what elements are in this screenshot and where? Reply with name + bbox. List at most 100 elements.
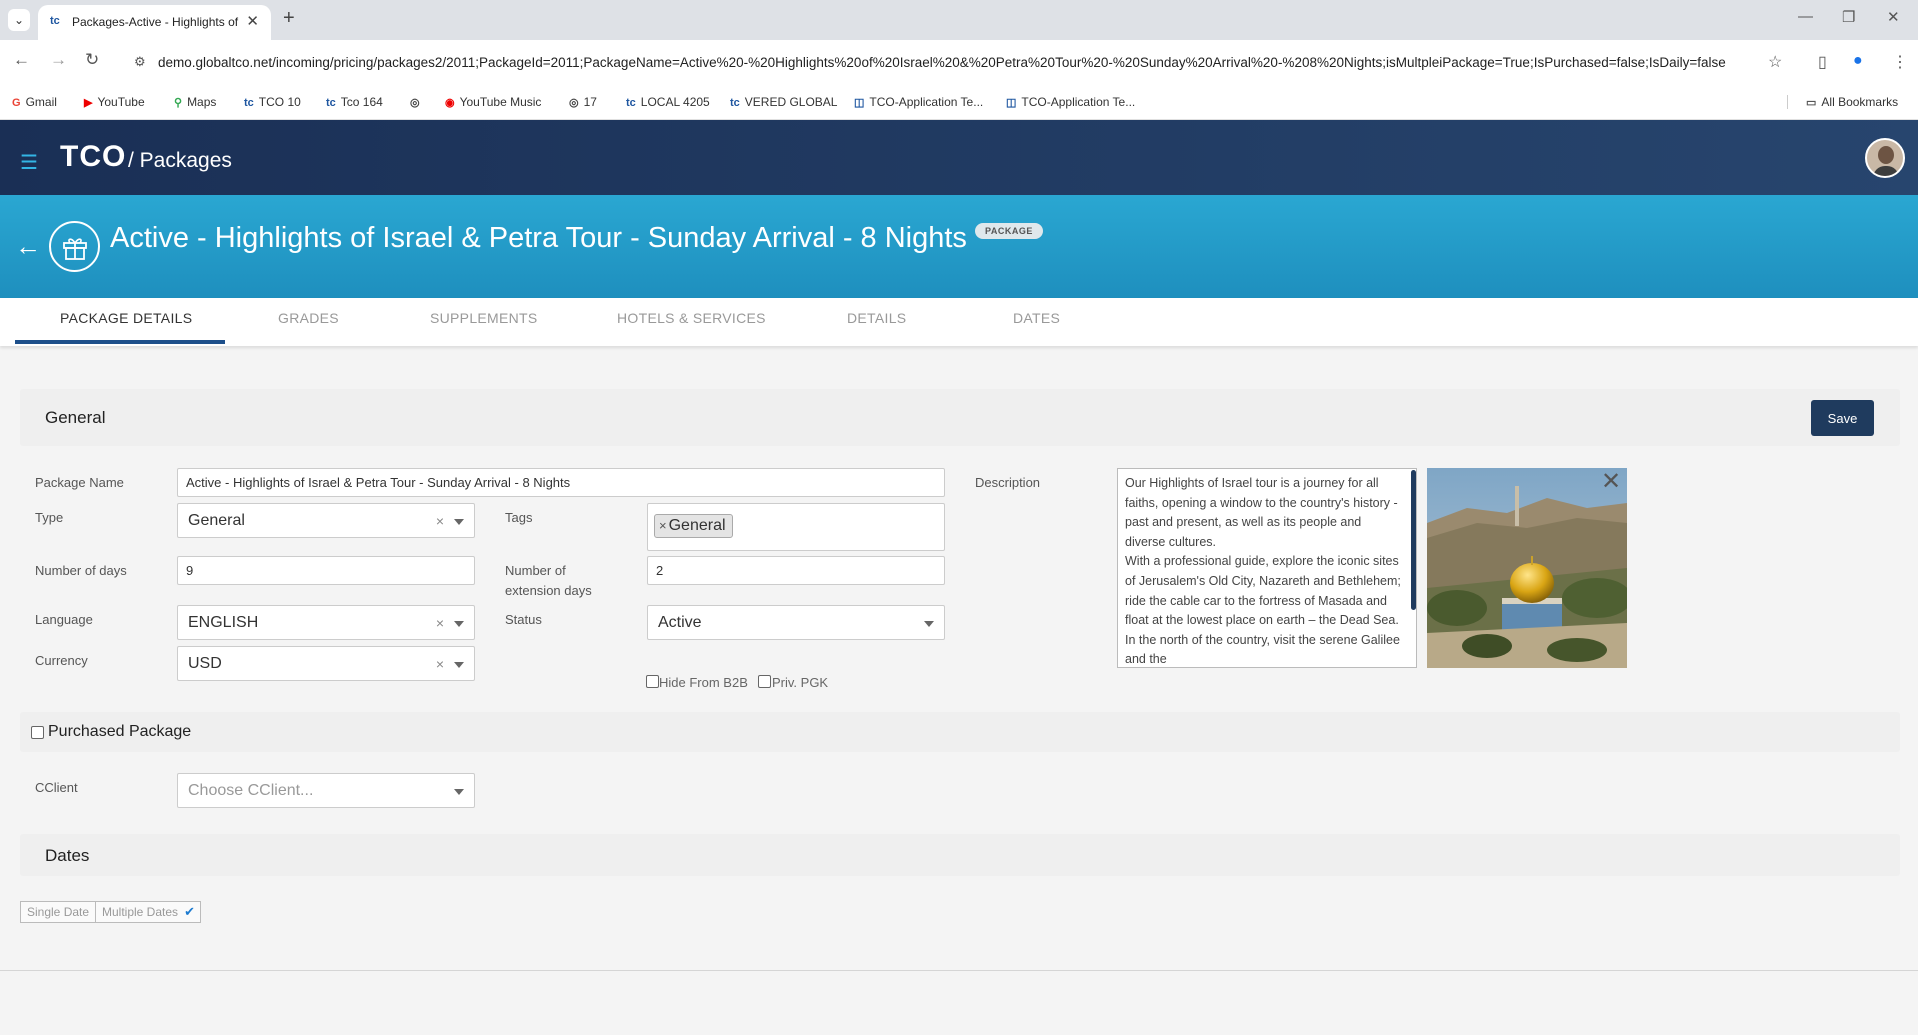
- back-button[interactable]: ←: [13, 50, 30, 70]
- description-textarea[interactable]: Our Highlights of Israel tour is a journ…: [1117, 468, 1417, 668]
- restore-button[interactable]: ❐: [1842, 8, 1855, 26]
- purchased-package-checkbox[interactable]: [31, 726, 44, 739]
- type-select[interactable]: General ×: [177, 503, 475, 538]
- language-select[interactable]: ENGLISH ×: [177, 605, 475, 640]
- minimize-button[interactable]: —: [1798, 8, 1813, 25]
- package-name-label: Package Name: [35, 475, 124, 490]
- tags-label: Tags: [505, 510, 533, 525]
- cclient-select[interactable]: Choose CClient...: [177, 773, 475, 808]
- status-caret-icon: [924, 621, 934, 627]
- browser-tab[interactable]: tc Packages-Active - Highlights of Israe…: [38, 5, 271, 40]
- bookmark-globe-icon[interactable]: ◎: [410, 95, 425, 109]
- side-panel-icon[interactable]: ▯: [1818, 52, 1827, 72]
- tab-title: Packages-Active - Highlights of Israel &…: [72, 15, 242, 29]
- cclient-placeholder: Choose CClient...: [188, 782, 314, 799]
- description-text: Our Highlights of Israel tour is a journ…: [1125, 476, 1401, 667]
- cclient-caret-icon: [454, 789, 464, 795]
- currency-value: USD: [188, 655, 222, 672]
- priv-pgk-checkbox[interactable]: [758, 675, 771, 688]
- tab-close-icon[interactable]: ✕: [246, 12, 259, 30]
- tab-dates[interactable]: DATES: [1013, 310, 1060, 326]
- user-avatar[interactable]: [1865, 138, 1905, 178]
- dates-title: Dates: [45, 846, 90, 865]
- window-close-button[interactable]: ✕: [1887, 8, 1900, 26]
- bookmark-tco10[interactable]: tc TCO 10: [244, 95, 301, 109]
- tab-supplements[interactable]: SUPPLEMENTS: [430, 310, 538, 326]
- tab-details[interactable]: DETAILS: [847, 310, 906, 326]
- package-tabs: PACKAGE DETAILS GRADES SUPPLEMENTS HOTEL…: [0, 298, 1918, 346]
- cclient-label: CClient: [35, 780, 78, 795]
- url-text: demo.globaltco.net/incoming/pricing/pack…: [158, 55, 1726, 70]
- save-button[interactable]: Save: [1811, 400, 1874, 436]
- tags-input[interactable]: × General: [647, 503, 945, 551]
- bookmark-local4205[interactable]: tc LOCAL 4205: [626, 95, 710, 109]
- tab-grades[interactable]: GRADES: [278, 310, 339, 326]
- currency-label: Currency: [35, 653, 88, 668]
- bookmark-youtube-music[interactable]: ◉ YouTube Music: [445, 95, 541, 109]
- bookmark-17[interactable]: ◎ 17: [569, 95, 597, 109]
- active-tab-indicator: [15, 340, 225, 344]
- bookmark-tco-application-2[interactable]: ◫ TCO-Application Te...: [1006, 95, 1135, 109]
- page-title-bar: ← Active - Highlights of Israel & Petra …: [0, 195, 1918, 298]
- package-name-input[interactable]: Active - Highlights of Israel & Petra To…: [177, 468, 945, 497]
- ext-days-input[interactable]: 2: [647, 556, 945, 585]
- forward-button[interactable]: →: [50, 50, 67, 70]
- currency-select[interactable]: USD ×: [177, 646, 475, 681]
- bookmark-star-icon[interactable]: ☆: [1768, 52, 1782, 72]
- all-bookmarks[interactable]: ▭ All Bookmarks: [1787, 95, 1898, 109]
- bookmark-tco-application-1[interactable]: ◫ TCO-Application Te...: [854, 95, 983, 109]
- check-icon: ✔: [184, 904, 196, 919]
- type-caret-icon: [454, 519, 464, 525]
- back-arrow-icon[interactable]: ←: [15, 231, 41, 262]
- brand-logo[interactable]: TCO: [60, 140, 126, 174]
- bookmark-tco164[interactable]: tc Tco 164: [326, 95, 383, 109]
- single-date-button[interactable]: Single Date: [20, 901, 97, 923]
- status-select[interactable]: Active: [647, 605, 945, 640]
- status-value: Active: [658, 614, 702, 631]
- currency-clear-icon[interactable]: ×: [436, 656, 444, 672]
- bookmark-youtube[interactable]: ▶ YouTube: [84, 95, 145, 109]
- bookmark-gmail[interactable]: G Gmail: [12, 95, 57, 109]
- footer-divider: [0, 970, 1918, 971]
- bookmark-maps[interactable]: ⚲ Maps: [174, 95, 216, 109]
- ext-days-label-1: Number of: [505, 563, 566, 578]
- profile-icon[interactable]: ●: [1853, 52, 1863, 70]
- jerusalem-photo: [1427, 468, 1627, 668]
- dates-section-header: Dates: [20, 834, 1900, 876]
- tco-favicon-icon: tc: [50, 15, 60, 27]
- browser-menu-icon[interactable]: ⋮: [1892, 52, 1908, 72]
- priv-pgk-label: Priv. PGK: [772, 675, 829, 690]
- language-caret-icon: [454, 621, 464, 627]
- tag-chip-general[interactable]: × General: [654, 514, 733, 538]
- status-label: Status: [505, 612, 542, 627]
- multiple-dates-button[interactable]: Multiple Dates ✔: [96, 901, 202, 923]
- browser-toolbar: ← → ↻ ⚙ demo.globaltco.net/incoming/pric…: [0, 40, 1918, 86]
- days-input[interactable]: 9: [177, 556, 475, 585]
- purchased-title: Purchased Package: [48, 723, 192, 740]
- page-title: Active - Highlights of Israel & Petra To…: [110, 222, 967, 254]
- type-clear-icon[interactable]: ×: [436, 513, 444, 529]
- type-value: General: [188, 512, 245, 529]
- type-label: Type: [35, 510, 64, 525]
- language-label: Language: [35, 612, 93, 627]
- tab-search-button[interactable]: ⌄: [8, 9, 30, 31]
- general-section-header: General: [20, 389, 1900, 446]
- tab-hotels-services[interactable]: HOTELS & SERVICES: [617, 310, 766, 326]
- breadcrumb: / Packages: [128, 149, 232, 172]
- browser-tabstrip: ⌄ tc Packages-Active - Highlights of Isr…: [0, 0, 1918, 40]
- new-tab-button[interactable]: +: [283, 7, 295, 30]
- language-value: ENGLISH: [188, 614, 259, 631]
- language-clear-icon[interactable]: ×: [436, 615, 444, 631]
- reload-button[interactable]: ↻: [85, 50, 99, 70]
- tab-package-details[interactable]: PACKAGE DETAILS: [60, 310, 192, 326]
- address-bar[interactable]: ⚙ demo.globaltco.net/incoming/pricing/pa…: [120, 46, 1772, 80]
- site-info-icon[interactable]: ⚙: [134, 54, 146, 70]
- gift-svg: [62, 238, 87, 260]
- menu-icon[interactable]: ☰: [20, 150, 38, 175]
- hide-b2b-checkbox[interactable]: [646, 675, 659, 688]
- days-label: Number of days: [35, 563, 127, 578]
- image-close-icon[interactable]: ✕: [1601, 467, 1621, 496]
- bookmark-vered-global[interactable]: tc VERED GLOBAL: [730, 95, 837, 109]
- description-scrollbar[interactable]: [1411, 470, 1416, 610]
- tag-remove-icon[interactable]: ×: [659, 518, 667, 533]
